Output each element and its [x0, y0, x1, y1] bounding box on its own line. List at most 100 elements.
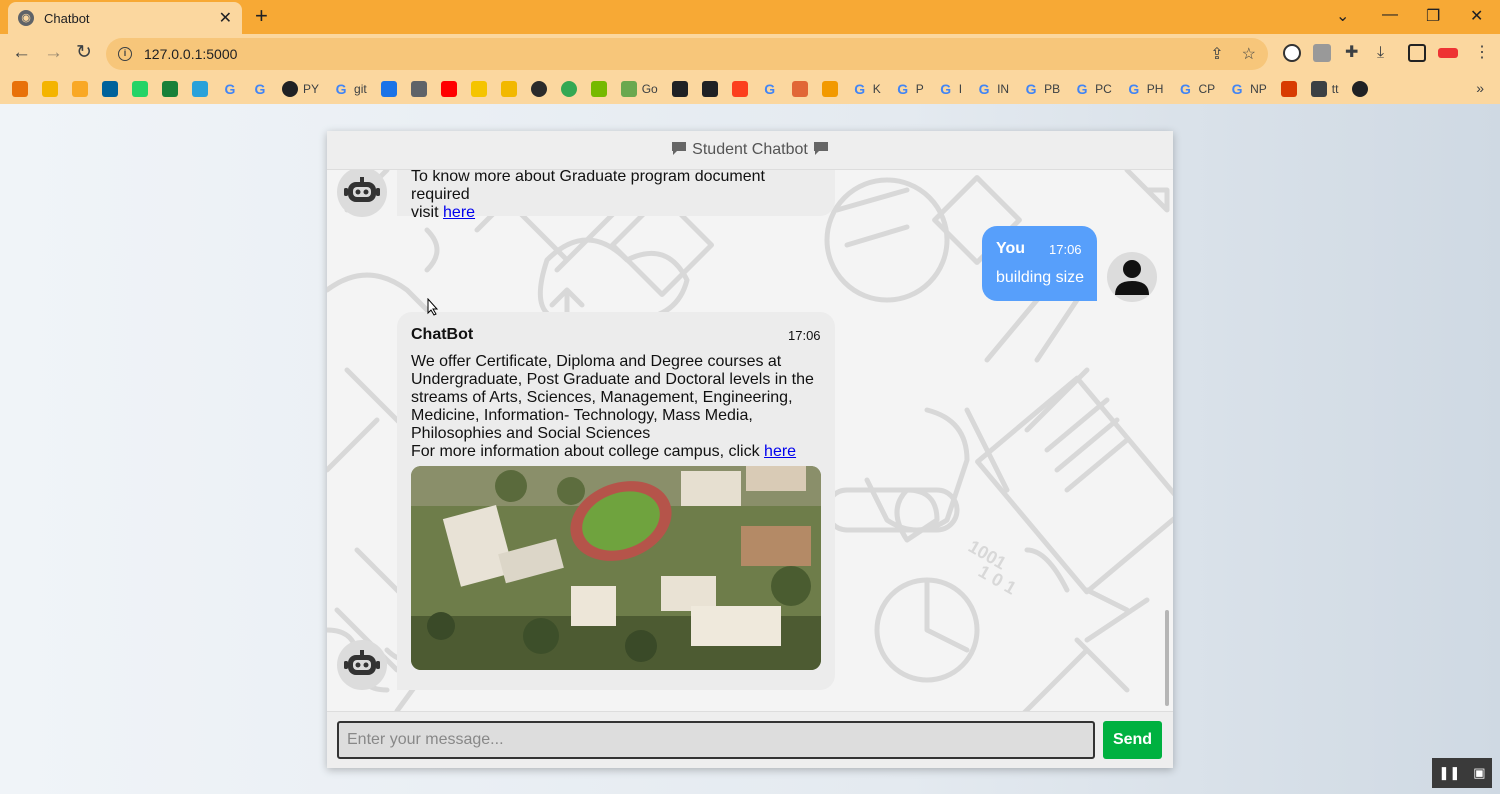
bm-chart-icon [72, 81, 88, 97]
bookmark-item[interactable] [192, 81, 208, 97]
bookmark-item[interactable] [1352, 81, 1369, 97]
bookmark-item[interactable] [791, 81, 808, 97]
star-icon[interactable]: ☆ [1242, 44, 1256, 64]
back-button[interactable]: ← [12, 42, 31, 64]
robot-icon [344, 177, 380, 202]
info-icon[interactable]: i [118, 47, 132, 61]
bookmark-item[interactable]: G [252, 81, 268, 97]
bookmark-label: I [958, 82, 963, 96]
google-icon: G [335, 81, 347, 97]
share-icon[interactable]: ⇪ [1210, 44, 1223, 64]
address-bar[interactable]: i 127.0.0.1:5000 ⇪ ☆ [106, 38, 1268, 70]
picture-in-picture-icon[interactable]: ▣ [1473, 765, 1485, 781]
bookmark-item[interactable] [821, 81, 838, 97]
bookmark-item[interactable]: GI [938, 81, 962, 97]
sidepanel-icon[interactable] [1408, 44, 1426, 62]
bookmark-item[interactable] [590, 81, 607, 97]
bookmark-item[interactable] [671, 81, 688, 97]
panda-extension-icon[interactable] [1283, 44, 1301, 62]
bookmark-item[interactable]: G PB [1023, 81, 1060, 97]
campus-info-link[interactable]: here [764, 443, 796, 460]
pause-icon[interactable]: ❚❚ [1438, 765, 1460, 781]
bookmark-item[interactable] [701, 81, 718, 97]
bm-whatsapp-icon [132, 81, 148, 97]
bookmark-item[interactable]: GK [852, 81, 881, 97]
new-tab-button[interactable]: + [255, 4, 268, 28]
graduate-info-link[interactable]: here [443, 204, 475, 221]
bookmark-item[interactable]: PY [282, 81, 319, 97]
bookmark-item[interactable] [1280, 81, 1297, 97]
bookmark-label: CP [1198, 82, 1216, 96]
more-bookmarks-icon[interactable]: » [1476, 80, 1484, 96]
google-icon: G [1231, 81, 1243, 97]
reload-button[interactable]: ↻ [76, 42, 92, 64]
message-text: To know more about Graduate program docu… [411, 170, 765, 203]
bookmark-item[interactable] [500, 81, 517, 97]
bookmark-item[interactable] [380, 81, 397, 97]
browser-toolbar: ← → ↻ i 127.0.0.1:5000 ⇪ ☆ ✚ ⤓ ⋮ [0, 34, 1500, 74]
puzzle-extensions-icon[interactable]: ✚ [1345, 42, 1358, 64]
bookmark-item[interactable]: GP [895, 81, 923, 97]
bookmark-item[interactable] [530, 81, 547, 97]
restore-button[interactable]: ❐ [1426, 6, 1440, 26]
bookmark-item[interactable]: tt [1310, 81, 1338, 97]
bm-leaf-icon [620, 81, 637, 97]
bookmark-label: PH [1146, 82, 1164, 96]
browser-tab[interactable]: ◉ Chatbot ✕ [8, 2, 242, 34]
chevron-down-icon[interactable]: ⌄ [1336, 6, 1349, 26]
send-button[interactable]: Send [1103, 721, 1162, 759]
message-line: streams of Arts, Sciences, Management, E… [411, 389, 793, 406]
bookmark-item[interactable] [410, 81, 427, 97]
bm-dark-icon [530, 81, 547, 97]
bookmark-item[interactable]: G NP [1229, 81, 1267, 97]
chat-messages-area[interactable]: 1001 1 0 1 To know more about Graduate p… [327, 170, 1173, 711]
bookmark-item[interactable]: G CP [1177, 81, 1215, 97]
message-time: 17:06 [1049, 242, 1082, 257]
google-icon: G [854, 81, 866, 97]
bookmark-item[interactable] [72, 81, 88, 97]
bookmark-item[interactable] [12, 81, 28, 97]
bookmark-item[interactable] [470, 81, 487, 97]
bookmark-item[interactable]: G PC [1074, 81, 1112, 97]
google-icon: G [224, 81, 236, 97]
message-input[interactable] [337, 721, 1095, 759]
download-icon[interactable]: ⤓ [1377, 42, 1384, 64]
bookmark-item[interactable]: G PH [1126, 81, 1164, 97]
speech-bubble-icon [813, 141, 829, 160]
bm-box-icon [42, 81, 58, 97]
chat-header: Student Chatbot [327, 131, 1173, 170]
close-window-button[interactable]: ✕ [1470, 6, 1483, 26]
menu-kebab-icon[interactable]: ⋮ [1474, 42, 1490, 64]
bm-p-icon [470, 81, 487, 97]
bookmark-item[interactable] [440, 81, 457, 97]
bot-message-bubble: ChatBot 17:06 We offer Certificate, Dipl… [397, 312, 835, 690]
google-icon: G [254, 81, 266, 97]
bookmark-item[interactable] [162, 81, 178, 97]
minimize-button[interactable]: — [1382, 6, 1398, 24]
user-icon [1115, 260, 1149, 295]
bookmark-label: K [872, 82, 881, 96]
close-tab-icon[interactable]: ✕ [219, 8, 232, 28]
bookmark-item[interactable]: G [762, 81, 778, 97]
bookmark-item[interactable] [102, 81, 118, 97]
recording-extension-icon[interactable] [1438, 48, 1458, 58]
bookmark-item[interactable] [731, 81, 748, 97]
message-text-block: We offer Certificate, Diploma and Degree… [411, 353, 831, 461]
bookmark-item[interactable] [132, 81, 148, 97]
bookmark-item[interactable] [42, 81, 58, 97]
message-line: Philosophies and Social Sciences [411, 425, 651, 442]
bookmark-item[interactable]: Go [620, 81, 658, 97]
bookmark-label: PY [303, 82, 320, 96]
chat-title: Student Chatbot [692, 141, 808, 158]
chat-input-area: Send [327, 711, 1173, 768]
bookmark-item[interactable] [560, 81, 577, 97]
bookmark-item[interactable]: G IN [976, 81, 1009, 97]
profile-extension-icon[interactable] [1313, 44, 1331, 62]
bm-ieee-icon [102, 81, 118, 97]
bookmark-item[interactable]: G [222, 81, 238, 97]
scrollbar-thumb[interactable] [1165, 610, 1169, 706]
chat-scrollbar[interactable] [1163, 170, 1169, 711]
forward-button[interactable]: → [44, 42, 63, 64]
bookmark-item[interactable]: Ggit [333, 81, 367, 97]
bm-car-icon [1310, 81, 1327, 97]
